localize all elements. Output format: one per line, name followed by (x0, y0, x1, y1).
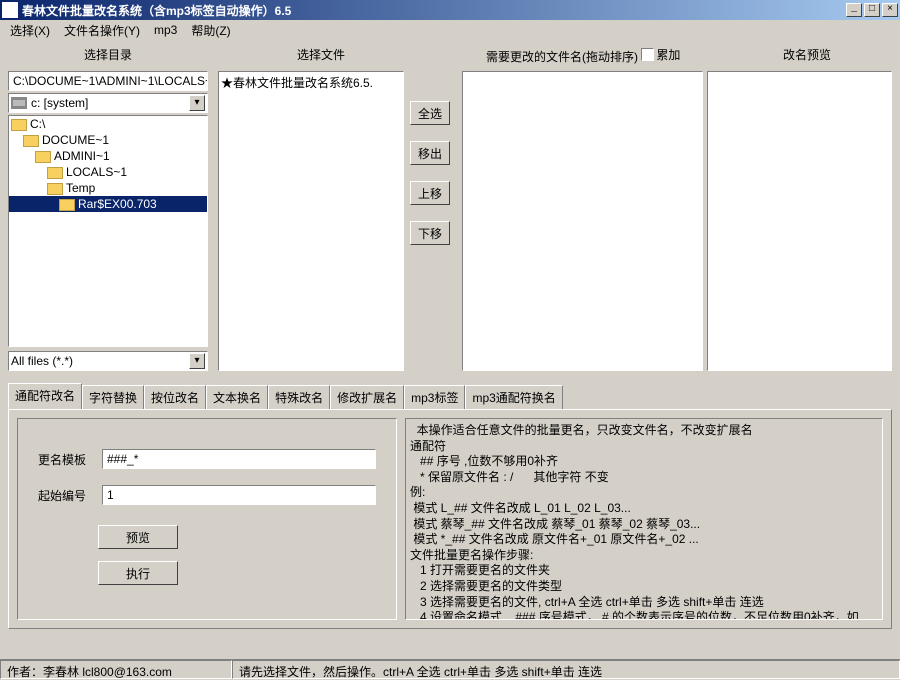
tree-item-label: Temp (66, 181, 95, 195)
folder-icon (23, 134, 39, 146)
folder-icon (11, 118, 27, 130)
app-icon (2, 2, 18, 18)
preview-button[interactable]: 预览 (98, 525, 178, 549)
titlebar: 春林文件批量改名系统（含mp3标签自动操作）6.5 _ □ × (0, 0, 900, 20)
tab[interactable]: 按位改名 (144, 385, 206, 409)
preview-list[interactable] (707, 71, 892, 371)
tree-item[interactable]: DOCUME~1 (9, 132, 207, 148)
tree-item-label: ADMINI~1 (54, 149, 110, 163)
file-filter-label: All files (*.*) (11, 354, 73, 368)
close-button[interactable]: × (882, 3, 898, 17)
window-title: 春林文件批量改名系统（含mp3标签自动操作）6.5 (22, 2, 844, 19)
menu-help[interactable]: 帮助(Z) (185, 20, 236, 41)
accumulate-checkbox[interactable]: 累加 (641, 46, 680, 63)
move-up-button[interactable]: 上移 (410, 181, 450, 205)
tab-bar: 通配符改名字符替换按位改名文本换名特殊改名修改扩展名mp3标签mp3通配符换名 (8, 383, 892, 409)
template-input[interactable]: ###_* (102, 449, 376, 469)
execute-button[interactable]: 执行 (98, 561, 178, 585)
accumulate-label: 累加 (656, 46, 680, 63)
tree-item[interactable]: C:\ (9, 116, 207, 132)
path-input[interactable]: C:\DOCUME~1\ADMINI~1\LOCALS~ (8, 71, 208, 91)
drive-combo[interactable]: c: [system] ▾ (8, 93, 208, 113)
statusbar: 作者：李春林 lcl800@163.com 请先选择文件，然后操作。ctrl+A… (0, 659, 900, 679)
status-hint: 请先选择文件，然后操作。ctrl+A 全选 ctrl+单击 多选 shift+单… (232, 660, 900, 679)
rename-form: 更名模板 ###_* 起始编号 1 预览 执行 (17, 418, 397, 620)
tree-item[interactable]: LOCALS~1 (9, 164, 207, 180)
header-select-file: 选择文件 (216, 44, 426, 67)
menu-filename-op[interactable]: 文件名操作(Y) (58, 20, 146, 41)
file-filter-combo[interactable]: All files (*.*) ▾ (8, 351, 208, 371)
header-preview: 改名预览 (722, 44, 892, 67)
tree-item[interactable]: Rar$EX00.703 (9, 196, 207, 212)
tree-item-label: Rar$EX00.703 (78, 197, 157, 211)
rename-list[interactable] (462, 71, 703, 371)
chevron-down-icon: ▾ (189, 353, 205, 369)
tree-item-label: LOCALS~1 (66, 165, 127, 179)
header-select-dir: 选择目录 (8, 44, 208, 67)
file-list[interactable]: ★春林文件批量改名系统6.5. (218, 71, 404, 371)
tree-item[interactable]: ADMINI~1 (9, 148, 207, 164)
folder-icon (47, 166, 63, 178)
minimize-button[interactable]: _ (846, 3, 862, 17)
folder-icon (35, 150, 51, 162)
menu-mp3[interactable]: mp3 (148, 21, 183, 39)
template-label: 更名模板 (38, 451, 94, 468)
directory-tree[interactable]: C:\ DOCUME~1 ADMINI~1 LOCALS~1 Temp Rar$EX00.… (8, 115, 208, 347)
maximize-button[interactable]: □ (864, 3, 880, 17)
menu-select[interactable]: 选择(X) (4, 20, 56, 41)
folder-icon (59, 198, 75, 210)
tab[interactable]: 文本换名 (206, 385, 268, 409)
tab[interactable]: mp3通配符换名 (465, 385, 562, 409)
tree-item-label: DOCUME~1 (42, 133, 109, 147)
menubar: 选择(X) 文件名操作(Y) mp3 帮助(Z) (0, 20, 900, 40)
tab-panel: 更名模板 ###_* 起始编号 1 预览 执行 本操作适合任意文件的批量更名，只… (8, 409, 892, 629)
folder-icon (47, 182, 63, 194)
start-number-input[interactable]: 1 (102, 485, 376, 505)
drive-icon (11, 97, 27, 109)
chevron-down-icon: ▾ (189, 95, 205, 111)
tab[interactable]: 特殊改名 (268, 385, 330, 409)
remove-button[interactable]: 移出 (410, 141, 450, 165)
status-author: 作者：李春林 lcl800@163.com (0, 660, 232, 679)
header-need-rename-label: 需要更改的文件名(拖动排序) (486, 50, 638, 64)
tab[interactable]: mp3标签 (404, 385, 465, 409)
tab[interactable]: 通配符改名 (8, 383, 82, 409)
drive-label: c: [system] (31, 96, 88, 110)
tab[interactable]: 修改扩展名 (330, 385, 404, 409)
help-text: 本操作适合任意文件的批量更名，只改变文件名，不改变扩展名 通配符 ## 序号 ,… (405, 418, 883, 620)
select-all-button[interactable]: 全选 (410, 101, 450, 125)
file-list-item[interactable]: ★春林文件批量改名系统6.5. (221, 74, 401, 91)
tree-item-label: C:\ (30, 117, 45, 131)
start-number-label: 起始编号 (38, 487, 94, 504)
tree-item[interactable]: Temp (9, 180, 207, 196)
tab[interactable]: 字符替换 (82, 385, 144, 409)
move-down-button[interactable]: 下移 (410, 221, 450, 245)
header-need-rename: 需要更改的文件名(拖动排序) 累加 (476, 44, 722, 67)
checkbox-icon (641, 48, 654, 61)
